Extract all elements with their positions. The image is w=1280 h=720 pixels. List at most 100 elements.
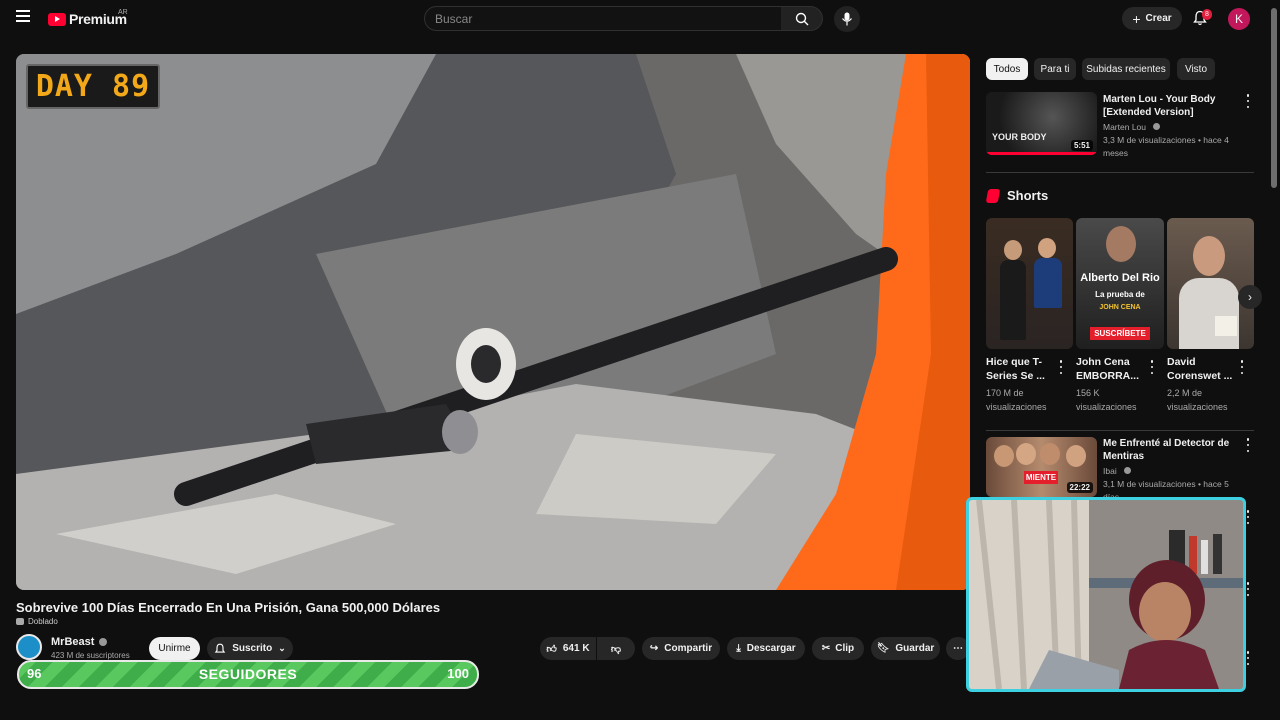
dubbed-label: Doblado bbox=[16, 617, 58, 626]
webcam-feed bbox=[969, 500, 1243, 689]
share-icon: ↪ bbox=[649, 643, 659, 654]
chip-visto[interactable]: Visto bbox=[1177, 58, 1215, 80]
account-avatar[interactable]: K bbox=[1228, 8, 1250, 30]
clip-button[interactable]: ✂ Clip bbox=[812, 637, 864, 660]
more-options-icon[interactable] bbox=[1246, 510, 1250, 524]
notification-count-badge: 8 bbox=[1202, 9, 1212, 20]
shorts-section-header: Shorts bbox=[985, 188, 1049, 203]
video-duration: 5:51 bbox=[1070, 140, 1093, 151]
chip-subidas-recientes[interactable]: Subidas recientes bbox=[1082, 58, 1170, 80]
youtube-premium-logo[interactable]: Premium bbox=[48, 11, 127, 27]
followers-label: SEGUIDORES bbox=[198, 666, 298, 682]
chip-para-ti[interactable]: Para ti bbox=[1034, 58, 1076, 80]
region-code: AR bbox=[118, 9, 128, 16]
video-thumbnail[interactable]: YOUR BODY 5:51 bbox=[986, 92, 1097, 155]
short-info[interactable]: Hice que T- Series Se ... 170 M de visuali… bbox=[986, 355, 1066, 414]
dubbed-icon bbox=[16, 618, 24, 625]
dubbed-text: Doblado bbox=[28, 617, 58, 626]
plus-icon: + bbox=[1132, 10, 1141, 27]
short-views: 170 M de visualizaciones bbox=[986, 388, 1047, 412]
bookmark-icon: 🔖︎ bbox=[876, 643, 890, 654]
sidebar-video-info[interactable]: Me Enfrenté al Detector de Mentiras Ibai … bbox=[1103, 437, 1238, 504]
more-options-icon[interactable] bbox=[1059, 360, 1063, 374]
subscribed-label: Suscrito bbox=[232, 643, 273, 654]
verified-icon bbox=[1153, 123, 1161, 130]
short-info[interactable]: John Cena EMBORRA... 156 Kvisualizaciones bbox=[1076, 355, 1156, 414]
subscribed-button[interactable]: Suscrito ⌄ bbox=[207, 637, 293, 660]
watch-progress bbox=[986, 152, 1097, 155]
menu-icon[interactable] bbox=[16, 10, 32, 26]
download-button[interactable]: ⤓ Descargar bbox=[727, 637, 805, 660]
voice-search-button[interactable] bbox=[834, 6, 860, 32]
followers-goal-bar: SEGUIDORES 96 100 bbox=[17, 660, 479, 689]
scissors-icon: ✂ bbox=[821, 643, 831, 654]
section-divider bbox=[986, 430, 1254, 431]
sidebar-video-channel: Marten Lou bbox=[1103, 121, 1238, 134]
short-thumb-subtitle: La prueba de bbox=[1095, 290, 1145, 299]
thumbnail-text: YOUR BODY bbox=[992, 132, 1047, 142]
clip-label: Clip bbox=[835, 643, 855, 654]
video-player[interactable]: DAY 89 bbox=[16, 54, 970, 590]
shorts-icon bbox=[985, 188, 1001, 203]
chevron-down-icon: ⌄ bbox=[278, 643, 286, 653]
more-options-icon[interactable] bbox=[1240, 360, 1244, 374]
search-input[interactable]: Buscar bbox=[424, 6, 782, 31]
sidebar-video-info[interactable]: Marten Lou - Your Body [Extended Version]… bbox=[1103, 93, 1238, 160]
share-button[interactable]: ↪ Compartir bbox=[642, 637, 720, 660]
chevron-right-icon: › bbox=[1248, 290, 1252, 304]
section-divider bbox=[986, 172, 1254, 173]
sidebar-video-channel: Ibai bbox=[1103, 465, 1238, 478]
short-title: John Cena EMBORRA... bbox=[1076, 356, 1139, 382]
top-bar: Premium AR Buscar + Crear 8 K bbox=[0, 0, 1280, 36]
share-label: Compartir bbox=[664, 643, 713, 654]
create-label: Crear bbox=[1145, 13, 1172, 24]
join-button[interactable]: Unirme bbox=[149, 637, 200, 660]
more-options-icon[interactable] bbox=[1246, 582, 1250, 596]
save-button[interactable]: 🔖︎ Guardar bbox=[871, 637, 940, 660]
youtube-play-icon bbox=[48, 12, 66, 26]
search-placeholder: Buscar bbox=[435, 11, 473, 26]
video-title: Sobrevive 100 Días Encerrado En Una Pris… bbox=[16, 600, 441, 615]
day-counter-overlay: DAY 89 bbox=[26, 64, 160, 109]
short-info[interactable]: David Corenswet ... 2,2 M de visualizacion… bbox=[1167, 355, 1247, 414]
shorts-next-button[interactable]: › bbox=[1238, 285, 1262, 309]
short-thumb-subtitle: JOHN CENA bbox=[1099, 304, 1141, 311]
like-button[interactable]: 👍︎ 641 K bbox=[540, 637, 596, 660]
webcam-overlay bbox=[966, 497, 1246, 692]
short-title: David Corenswet ... bbox=[1167, 356, 1233, 382]
more-options-icon[interactable] bbox=[1150, 360, 1154, 374]
short-thumbnail[interactable]: Alberto Del Rio La prueba de JOHN CENA S… bbox=[1076, 218, 1164, 349]
chip-todos[interactable]: Todos bbox=[986, 58, 1028, 80]
thumbs-down-icon: 👎︎ bbox=[610, 643, 622, 655]
short-thumbnail[interactable] bbox=[986, 218, 1073, 349]
short-views: 2,2 M de visualizaciones bbox=[1167, 388, 1228, 412]
more-options-icon[interactable] bbox=[1246, 94, 1250, 108]
short-thumbnail[interactable] bbox=[1167, 218, 1254, 349]
search-button[interactable] bbox=[781, 6, 823, 31]
sidebar-video-title: Me Enfrenté al Detector de Mentiras bbox=[1103, 438, 1230, 462]
subscriber-count: 423 M de suscriptores bbox=[51, 651, 130, 660]
verified-icon bbox=[99, 638, 108, 646]
microphone-icon bbox=[842, 12, 852, 26]
channel-avatar[interactable] bbox=[16, 634, 42, 660]
shorts-title: Shorts bbox=[1007, 188, 1049, 203]
more-options-icon[interactable] bbox=[1246, 438, 1250, 452]
create-button[interactable]: + Crear bbox=[1122, 7, 1182, 30]
video-thumbnail[interactable]: MIENTE 22:22 bbox=[986, 437, 1097, 497]
followers-goal: 100 bbox=[447, 666, 469, 681]
more-options-icon[interactable] bbox=[1246, 651, 1250, 665]
search-icon bbox=[795, 12, 808, 25]
video-duration: 22:22 bbox=[1066, 482, 1093, 493]
page-scrollbar[interactable] bbox=[1271, 8, 1277, 188]
dislike-button[interactable]: 👎︎ bbox=[597, 637, 635, 660]
channel-name: MrBeast bbox=[51, 636, 95, 648]
short-thumb-title: Alberto Del Rio bbox=[1080, 272, 1160, 284]
short-title: Hice que T- Series Se ... bbox=[986, 356, 1045, 382]
bell-icon bbox=[214, 643, 226, 653]
followers-current: 96 bbox=[27, 666, 42, 681]
like-count: 641 K bbox=[562, 643, 590, 654]
thumbs-up-icon: 👍︎ bbox=[546, 643, 557, 655]
subscribe-sticker: SUSCRÍBETE bbox=[1090, 327, 1150, 340]
save-label: Guardar bbox=[895, 643, 935, 654]
channel-name-link[interactable]: MrBeast bbox=[51, 636, 108, 648]
